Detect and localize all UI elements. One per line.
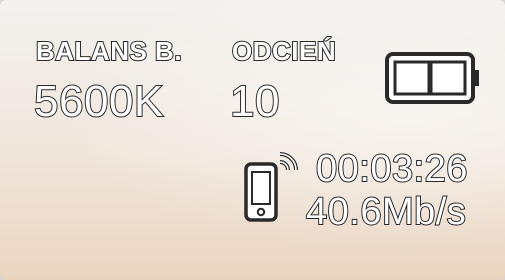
tint-label: ODCIEŃ xyxy=(231,36,337,66)
battery-icon xyxy=(383,50,483,106)
phone-wifi-icon xyxy=(242,148,302,228)
bitrate: 40.6Mb/s xyxy=(305,191,467,233)
camera-status-screen: BALANS B. 5600K ODCIEŃ 10 00:03:26 40.6M… xyxy=(0,0,505,280)
white-balance-label: BALANS B. xyxy=(35,36,183,66)
timecode: 00:03:26 xyxy=(315,148,468,190)
tint-value[interactable]: 10 xyxy=(229,79,280,125)
white-balance-value[interactable]: 5600K xyxy=(33,79,164,125)
